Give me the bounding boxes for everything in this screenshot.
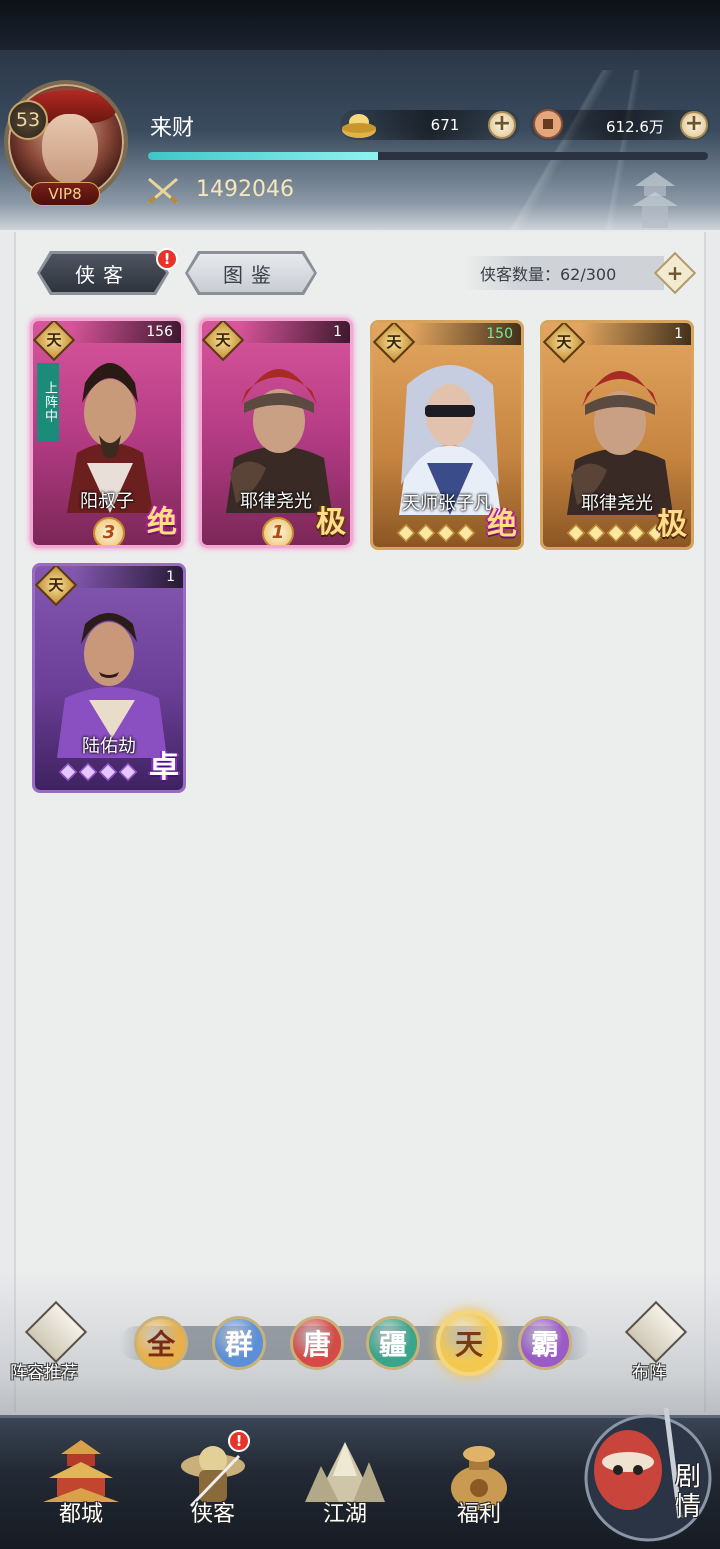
rarity-mark: 绝 (487, 507, 517, 542)
hero-level: 1 (73, 566, 183, 588)
tab-heroes[interactable]: 侠客 (40, 254, 166, 292)
player-name: 来财 (150, 116, 195, 141)
star-icon (586, 523, 606, 543)
hero-rank: 3 (93, 517, 125, 545)
hero-card[interactable]: 天 156 上阵中 阳叔子 3 绝 (30, 318, 184, 548)
rarity-mark: 极 (316, 505, 346, 540)
vip-badge[interactable]: VIP8 (30, 182, 100, 206)
add-coin-button[interactable]: + (680, 111, 708, 139)
star-rating (396, 523, 476, 543)
faction-filter-ba[interactable]: 霸 (518, 1316, 572, 1370)
star-icon (118, 762, 138, 782)
bamboo-decoration (460, 70, 720, 230)
rarity-mark: 卓 (149, 750, 179, 785)
star-icon (456, 523, 476, 543)
plus-icon: + (666, 261, 684, 285)
combat-power-value: 1492046 (196, 177, 294, 202)
nav-heroes-label: 侠客 (190, 1502, 235, 1527)
copper-coin-counter: 612.6万 + (530, 109, 710, 140)
gold-ingot-counter: 671 + (340, 110, 520, 140)
player-level-badge: 53 (8, 100, 48, 140)
star-icon (436, 523, 456, 543)
star-rating (566, 523, 666, 543)
faction-filter-jiang[interactable]: 疆 (366, 1316, 420, 1370)
formation-label: 布阵 (632, 1363, 666, 1383)
star-icon (626, 523, 646, 543)
hero-rank: 1 (262, 517, 294, 545)
gold-ingot-value: 671 (430, 116, 460, 134)
nav-story-label: 剧情 (674, 1462, 701, 1522)
tab-codex[interactable]: 图鉴 (188, 254, 314, 292)
hero-card[interactable]: 天 1 陆佑劫 卓 (32, 563, 186, 793)
faction-filter-tian[interactable]: 天 (436, 1310, 502, 1376)
star-icon (98, 762, 118, 782)
star-icon (58, 762, 78, 782)
exp-bar-fill (148, 152, 378, 160)
pagoda-decoration (632, 172, 678, 228)
faction-filter-tang[interactable]: 唐 (290, 1316, 344, 1370)
nav-jianghu-label: 江湖 (322, 1502, 367, 1527)
hero-level: 156 (71, 321, 181, 343)
star-icon (416, 523, 436, 543)
hero-level: 150 (411, 323, 521, 345)
rarity-mark: 绝 (147, 505, 177, 540)
in-lineup-tag: 上阵中 (37, 363, 59, 441)
nav-heroes[interactable]: ! 侠客 (158, 1430, 268, 1540)
star-icon (78, 762, 98, 782)
formation-icon (624, 1300, 688, 1364)
faction-filter-qun[interactable]: 群 (212, 1316, 266, 1370)
hero-level: 1 (581, 323, 691, 345)
gold-ingot-icon (342, 114, 376, 138)
star-icon (396, 523, 416, 543)
nav-welfare-label: 福利 (456, 1502, 501, 1527)
hero-card[interactable]: 天 1 耶律尧光 极 (540, 320, 694, 550)
nav-heroes-alert-icon: ! (228, 1430, 250, 1452)
nav-welfare[interactable]: 福利 (424, 1430, 534, 1540)
hero-level: 1 (240, 321, 350, 343)
star-icon (566, 523, 586, 543)
faction-filter-all[interactable]: 全 (134, 1316, 188, 1370)
star-icon (606, 523, 626, 543)
status-strip (0, 0, 720, 50)
copper-coin-value: 612.6万 (606, 118, 664, 136)
exp-bar (148, 152, 708, 160)
rarity-mark: 极 (657, 507, 687, 542)
star-rating (58, 762, 138, 782)
nav-jianghu[interactable]: 江湖 (290, 1430, 400, 1540)
copper-coin-icon (533, 109, 563, 139)
add-gold-button[interactable]: + (488, 111, 516, 139)
nav-capital[interactable]: 都城 (26, 1430, 136, 1540)
crossed-swords-icon (147, 177, 179, 205)
hero-count: 侠客数量：62/300 (464, 256, 664, 290)
tab-heroes-alert-icon: ! (156, 248, 178, 270)
hero-card[interactable]: 天 150 天师张子凡 绝 (370, 320, 524, 550)
hero-card[interactable]: 天 1 耶律尧光 1 极 (199, 318, 353, 548)
lineup-recommend-label: 阵容推荐 (10, 1363, 78, 1383)
avatar-face (42, 114, 98, 184)
nav-capital-label: 都城 (58, 1502, 103, 1527)
lineup-recommend-icon (24, 1300, 88, 1364)
